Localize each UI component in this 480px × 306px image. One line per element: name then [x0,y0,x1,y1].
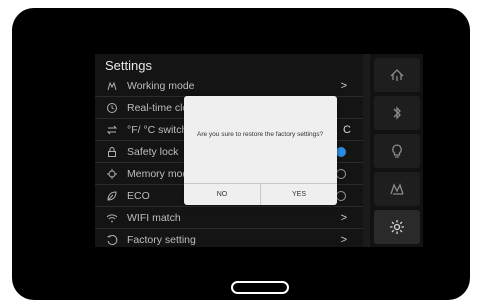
home-button[interactable] [231,281,289,294]
confirm-dialog: Are you sure to restore the factory sett… [184,96,337,205]
yes-button[interactable]: YES [260,184,337,205]
no-button[interactable]: NO [184,184,260,205]
dialog-buttons: NO YES [184,183,337,205]
modal-overlay: Are you sure to restore the factory sett… [95,54,423,247]
dialog-message: Are you sure to restore the factory sett… [197,131,324,138]
screen: Settings Working mode > Real-time clo °F… [95,54,423,247]
device-frame: Settings Working mode > Real-time clo °F… [12,8,470,300]
